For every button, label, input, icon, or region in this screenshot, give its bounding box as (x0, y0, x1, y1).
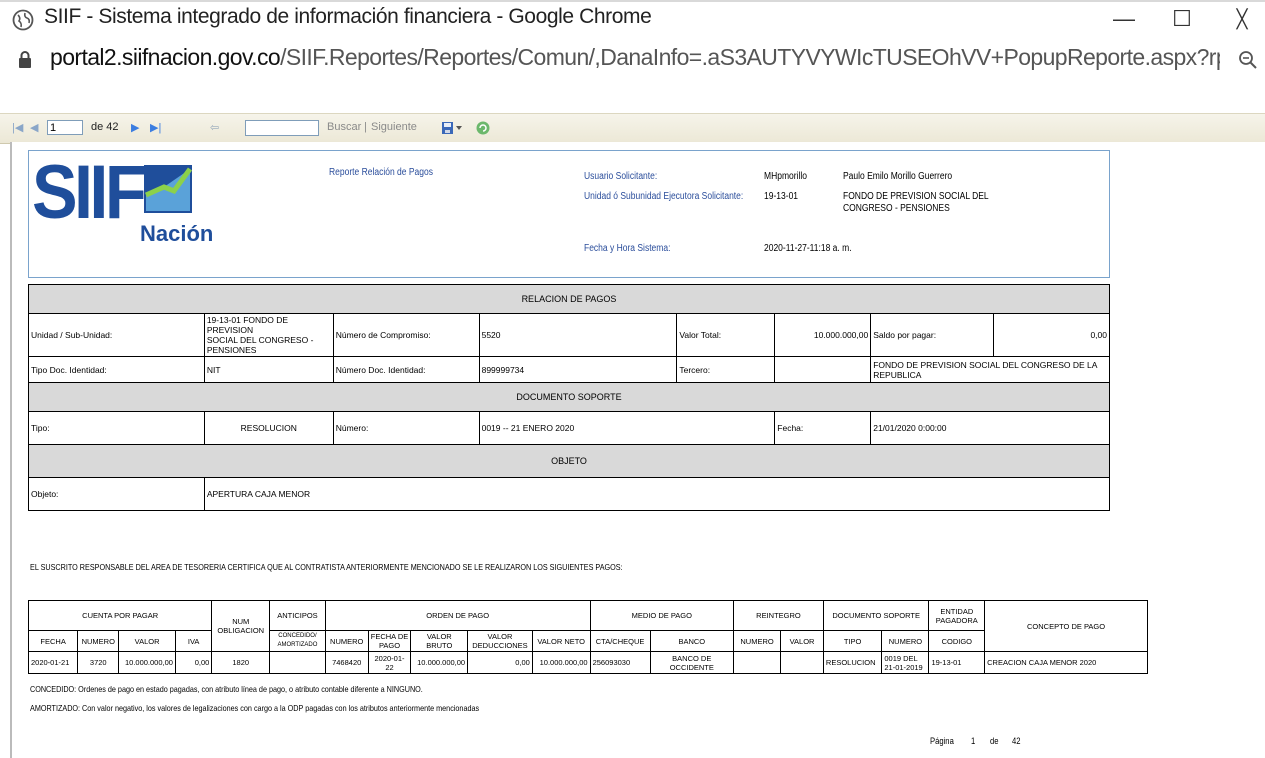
close-icon: ╳ (1236, 8, 1248, 29)
report-header: SIIF Nación Reporte Relación de Pagos Us… (28, 150, 1110, 278)
page-count: de 42 (91, 121, 119, 133)
first-page-icon[interactable]: |◀ (12, 121, 23, 134)
report-title: Reporte Relación de Pagos (329, 167, 433, 178)
url-text[interactable]: portal2.siifnacion.gov.co/SIIF.Reportes/… (50, 44, 1220, 71)
chart-logo-icon (144, 165, 192, 213)
address-bar[interactable]: portal2.siifnacion.gov.co/SIIF.Reportes/… (0, 38, 1265, 84)
export-icon[interactable] (441, 120, 463, 136)
table-row: 2020-01-21 3720 10.000.000,00 0,00 1820 … (27, 651, 1148, 674)
globe-icon (12, 9, 34, 31)
payment-relation-table: RELACION DE PAGOS Unidad / Sub-Unidad: 1… (28, 284, 1111, 511)
find-input[interactable] (245, 120, 319, 136)
lock-icon (19, 51, 31, 68)
minimize-icon: — (1113, 6, 1135, 31)
page-number-input[interactable] (47, 120, 83, 135)
report-toolbar: |◀ ◀ de 42 ▶ ▶| ⇦ Buscar | Siguiente (0, 113, 1265, 144)
maximize-icon: ☐ (1172, 6, 1192, 31)
back-icon[interactable]: ⇦ (210, 121, 219, 134)
last-page-icon[interactable]: ▶| (150, 121, 161, 134)
next-page-icon[interactable]: ▶ (131, 121, 139, 134)
certify-text: EL SUSCRITO RESPONSABLE DEL AREA DE TESO… (30, 562, 623, 572)
prev-page-icon[interactable]: ◀ (30, 121, 38, 134)
minimize-button[interactable]: — (1104, 4, 1144, 34)
maximize-button[interactable]: ☐ (1162, 4, 1202, 34)
siif-logo: SIIF Nación (32, 150, 214, 246)
window-titlebar: SIIF - Sistema integrado de información … (0, 0, 1265, 38)
note-amortized: AMORTIZADO: Con valor negativo, los valo… (30, 703, 480, 713)
note-conceded: CONCEDIDO: Ordenes de pago en estado pag… (30, 684, 423, 694)
zoom-icon[interactable] (1238, 50, 1258, 70)
close-button[interactable]: ╳ (1222, 4, 1262, 34)
find-next-link[interactable]: Siguiente (371, 121, 417, 133)
window-title: SIIF - Sistema integrado de información … (44, 5, 652, 28)
payments-detail-table: CUENTA POR PAGAR NUM OBLIGACION ANTICIPO… (27, 600, 1148, 674)
find-link[interactable]: Buscar (327, 121, 361, 133)
refresh-icon[interactable] (475, 120, 491, 136)
report-page: SIIF Nación Reporte Relación de Pagos Us… (10, 142, 1265, 758)
